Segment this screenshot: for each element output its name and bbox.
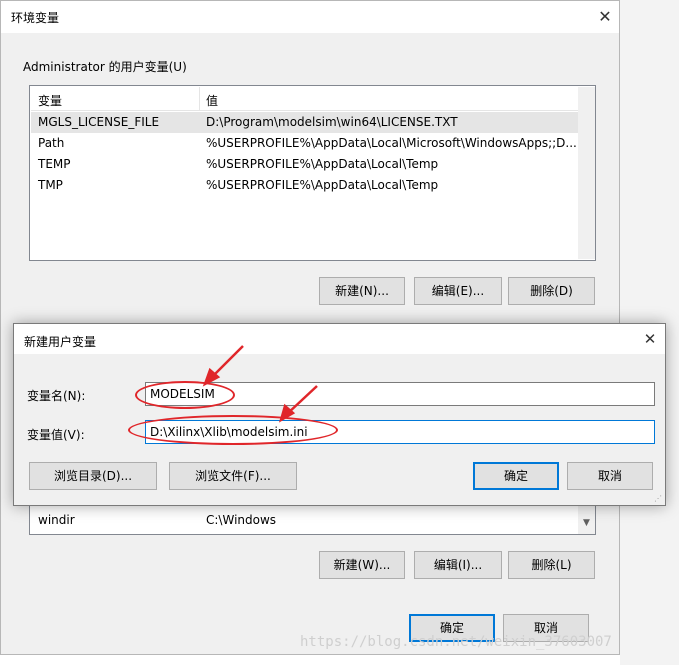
edit-user-variable-button[interactable]: 编辑(E)... [414,277,502,305]
system-variables-list[interactable]: windir C:\Windows ▼ [29,506,596,535]
table-row[interactable]: windir C:\Windows [31,510,578,531]
column-header-variable[interactable]: 变量 [38,92,62,109]
table-row[interactable]: TMP %USERPROFILE%\AppData\Local\Temp [31,175,578,196]
edit-system-variable-button[interactable]: 编辑(I)... [414,551,502,579]
table-row[interactable]: TEMP %USERPROFILE%\AppData\Local\Temp [31,154,578,175]
user-variables-list[interactable]: 变量 值 MGLS_LICENSE_FILE D:\Program\models… [29,85,596,261]
window-title: 环境变量 [11,11,60,25]
browse-directory-button[interactable]: 浏览目录(D)... [29,462,157,490]
new-user-variable-dialog: 新建用户变量 ✕ 变量名(N): MODELSIM 变量值(V): D:\Xil… [13,323,666,506]
variable-value: C:\Windows [206,513,277,527]
variable-name: Path [38,136,65,150]
vertical-scrollbar[interactable] [578,87,595,259]
column-divider[interactable] [199,87,200,111]
annotation-ellipse [128,415,338,445]
watermark-text: https://blog.csdn.net/weixin_37603007 [300,634,612,650]
dialog-ok-button[interactable]: 确定 [473,462,559,490]
new-system-variable-button[interactable]: 新建(W)... [319,551,405,579]
variable-value-label: 变量值(V): [27,428,85,442]
scroll-down-icon[interactable]: ▼ [578,518,595,528]
variable-value: %USERPROFILE%\AppData\Local\Temp [206,178,439,192]
variable-name-label: 变量名(N): [27,389,86,403]
dialog-title: 新建用户变量 [24,335,97,349]
dialog-titlebar: 新建用户变量 ✕ [14,324,665,354]
variable-name: MGLS_LICENSE_FILE [38,115,160,129]
vertical-scrollbar[interactable]: ▼ [578,506,595,534]
list-header: 变量 值 [31,87,578,111]
window-titlebar: 环境变量 ✕ [1,1,619,33]
table-row[interactable]: MGLS_LICENSE_FILE D:\Program\modelsim\wi… [31,112,578,133]
variable-name: TEMP [38,157,71,171]
variable-value: %USERPROFILE%\AppData\Local\Temp [206,157,439,171]
variable-name: TMP [38,178,63,192]
variable-name: windir [38,513,75,527]
delete-user-variable-button[interactable]: 删除(D) [508,277,595,305]
table-row[interactable]: Path %USERPROFILE%\AppData\Local\Microso… [31,133,578,154]
browse-file-button[interactable]: 浏览文件(F)... [169,462,297,490]
annotation-ellipse [135,381,235,409]
delete-system-variable-button[interactable]: 删除(L) [508,551,595,579]
user-variables-group-label: Administrator 的用户变量(U) [23,60,187,74]
new-user-variable-button[interactable]: 新建(N)... [319,277,405,305]
close-icon[interactable]: ✕ [591,5,619,29]
close-icon[interactable]: ✕ [638,328,662,350]
dialog-cancel-button[interactable]: 取消 [567,462,653,490]
column-header-value[interactable]: 值 [206,92,218,109]
resize-grip-icon[interactable]: ⋰ [654,494,664,504]
variable-value: D:\Program\modelsim\win64\LICENSE.TXT [206,115,458,129]
variable-value: %USERPROFILE%\AppData\Local\Microsoft\Wi… [206,136,576,150]
